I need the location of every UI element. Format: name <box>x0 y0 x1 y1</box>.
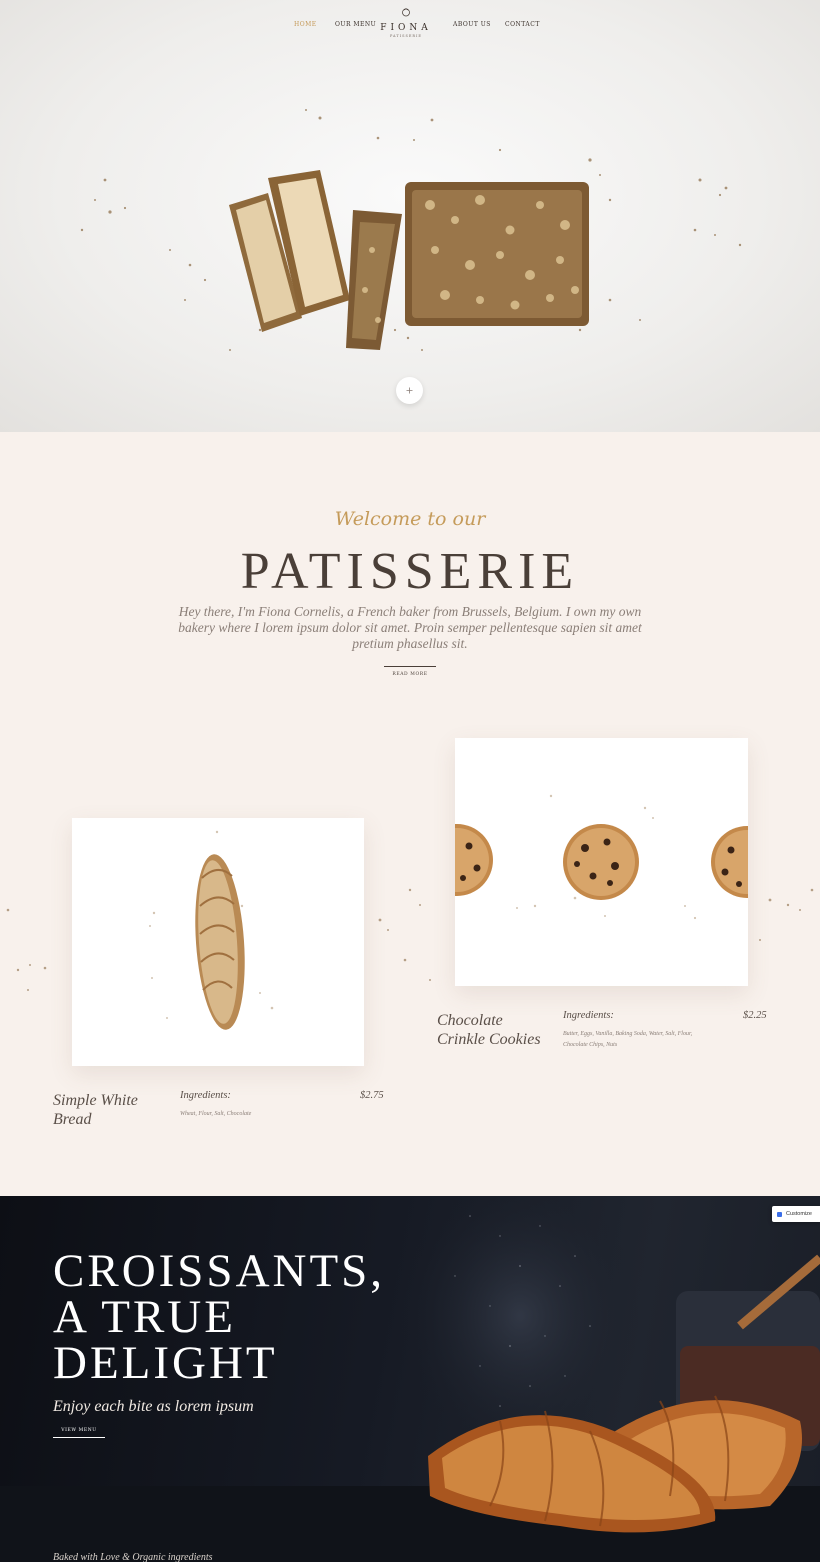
croissant-section: CROISSANTS, A TRUE DELIGHT Enjoy each bi… <box>0 1196 820 1562</box>
nav-item-about-us[interactable]: ABOUT US <box>453 21 491 28</box>
bread-image <box>149 830 274 1030</box>
product-name-bread: Simple White Bread <box>53 1091 138 1129</box>
product-name-cookies: Chocolate Crinkle Cookies <box>437 1011 541 1049</box>
customize-label: Customize <box>786 1211 812 1217</box>
hero-bread-image <box>80 109 742 351</box>
product-price: $2.75 <box>360 1090 384 1101</box>
plus-icon <box>406 387 413 394</box>
title-line: DELIGHT <box>53 1337 278 1389</box>
page-title: PATISSERIE <box>240 543 580 600</box>
logo-name: FIONA <box>380 23 432 33</box>
hero-section: HOME OUR MENU FIONA PATISSERIE ABOUT US … <box>0 0 820 432</box>
ingredients-list: Wheat, Flour, Salt, Chocolate <box>180 1111 252 1117</box>
welcome-text: Hey there, I'm Fiona Cornelis, a French … <box>178 604 642 651</box>
nav-item-contact[interactable]: CONTACT <box>505 21 540 28</box>
ingredients-list: Butter, Eggs, Vanilla, Baking Soda, Wate… <box>563 1031 693 1048</box>
croissant-subtitle: Enjoy each bite as lorem ipsum <box>53 1398 254 1415</box>
product-name-line: Crinkle Cookies <box>437 1031 541 1048</box>
scroll-down-button[interactable] <box>396 377 423 404</box>
title-line: A TRUE <box>53 1291 236 1343</box>
product-image-bread[interactable] <box>72 818 364 1066</box>
welcome-script-heading: Welcome to our <box>334 508 486 530</box>
product-image-cookies[interactable] <box>455 738 748 986</box>
product-name-line: Bread <box>53 1111 92 1128</box>
customize-icon <box>777 1211 782 1217</box>
nav-item-home[interactable]: HOME <box>294 21 317 28</box>
view-menu-button[interactable]: VIEW MENU <box>53 1428 105 1438</box>
croissant-footer-text: Baked with Love & Organic ingredients <box>53 1552 213 1562</box>
ingredients-label: Ingredients: <box>180 1090 231 1101</box>
ingredients-label: Ingredients: <box>563 1010 614 1021</box>
logo-icon <box>402 8 410 17</box>
customize-button[interactable]: Customize <box>772 1206 820 1222</box>
product-price: $2.25 <box>743 1010 767 1021</box>
read-more-button[interactable]: READ MORE <box>384 666 436 677</box>
product-name-line: Simple White <box>53 1092 138 1109</box>
product-name-line: Chocolate <box>437 1012 503 1029</box>
nav-item-our-menu[interactable]: OUR MENU <box>335 21 376 28</box>
logo-tagline: PATISSERIE <box>390 34 422 38</box>
croissant-title: CROISSANTS, A TRUE DELIGHT <box>53 1245 386 1389</box>
main-nav: HOME OUR MENU FIONA PATISSERIE ABOUT US … <box>0 0 820 50</box>
cookies-image <box>455 794 748 920</box>
logo[interactable]: FIONA PATISSERIE <box>378 4 434 38</box>
title-line: CROISSANTS, <box>53 1245 386 1297</box>
